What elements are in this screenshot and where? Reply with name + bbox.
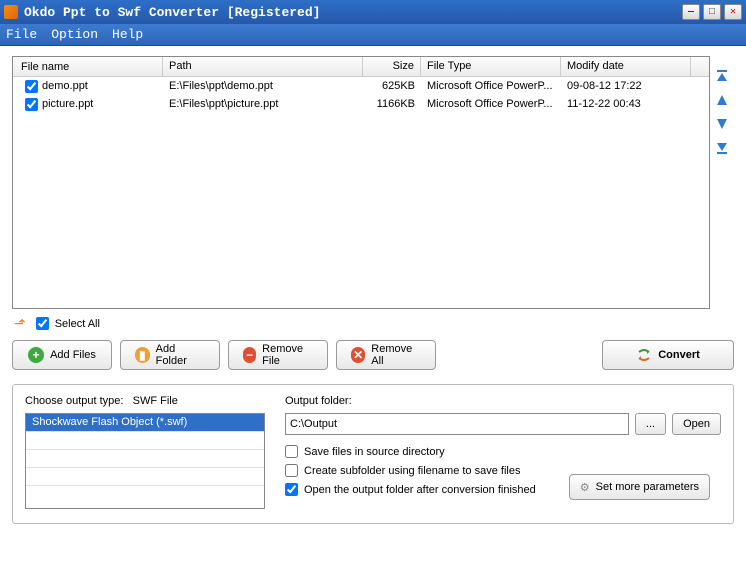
- col-size[interactable]: Size: [363, 57, 421, 76]
- list-item: [26, 486, 264, 504]
- close-button[interactable]: ✕: [724, 4, 742, 20]
- move-bottom-icon[interactable]: [714, 140, 730, 156]
- save-source-label: Save files in source directory: [304, 446, 445, 458]
- open-folder-button[interactable]: Open: [672, 413, 721, 435]
- menubar: File Option Help: [0, 24, 746, 46]
- convert-label: Convert: [658, 349, 700, 361]
- file-date: 09-08-12 17:22: [561, 79, 691, 93]
- up-level-icon[interactable]: ⬏: [14, 315, 26, 332]
- maximize-button[interactable]: □: [703, 4, 721, 20]
- row-checkbox[interactable]: [25, 80, 38, 93]
- move-top-icon[interactable]: [714, 68, 730, 84]
- browse-button[interactable]: ...: [635, 413, 666, 435]
- file-type: Microsoft Office PowerP...: [421, 79, 561, 93]
- output-folder-label: Output folder:: [285, 395, 721, 407]
- add-folder-label: Add Folder: [156, 343, 205, 367]
- convert-icon: [636, 347, 652, 363]
- file-size: 1166KB: [363, 97, 421, 111]
- col-modifydate[interactable]: Modify date: [561, 57, 691, 76]
- list-item: [26, 432, 264, 450]
- table-row[interactable]: demo.ppt E:\Files\ppt\demo.ppt625KBMicros…: [13, 77, 709, 95]
- output-type-label: Choose output type:: [25, 395, 123, 407]
- output-folder-input[interactable]: [285, 413, 629, 435]
- output-type-current: SWF File: [133, 395, 178, 407]
- output-type-list[interactable]: Shockwave Flash Object (*.swf): [25, 413, 265, 509]
- menu-option[interactable]: Option: [51, 27, 98, 42]
- col-path[interactable]: Path: [163, 57, 363, 76]
- add-folder-button[interactable]: ▮ Add Folder: [120, 340, 220, 370]
- create-subfolder-checkbox[interactable]: [285, 464, 298, 477]
- window-title: Okdo Ppt to Swf Converter [Registered]: [24, 5, 320, 20]
- minus-icon: −: [243, 347, 256, 363]
- row-checkbox[interactable]: [25, 98, 38, 111]
- titlebar: Okdo Ppt to Swf Converter [Registered] —…: [0, 0, 746, 24]
- output-type-option[interactable]: Shockwave Flash Object (*.swf): [26, 414, 264, 432]
- file-path: E:\Files\ppt\demo.ppt: [163, 79, 363, 93]
- list-item: [26, 468, 264, 486]
- list-item: [26, 450, 264, 468]
- menu-help[interactable]: Help: [112, 27, 143, 42]
- file-name: picture.ppt: [42, 98, 93, 110]
- select-all-label: Select All: [55, 318, 100, 330]
- remove-all-icon: ✕: [351, 347, 365, 363]
- file-path: E:\Files\ppt\picture.ppt: [163, 97, 363, 111]
- file-list-header: File name Path Size File Type Modify dat…: [13, 57, 709, 77]
- remove-file-label: Remove File: [262, 343, 313, 367]
- add-files-button[interactable]: + Add Files: [12, 340, 112, 370]
- add-files-label: Add Files: [50, 349, 96, 361]
- file-name: demo.ppt: [42, 80, 88, 92]
- minimize-button[interactable]: —: [682, 4, 700, 20]
- create-subfolder-label: Create subfolder using filename to save …: [304, 465, 520, 477]
- select-all-checkbox[interactable]: [36, 317, 49, 330]
- app-icon: [4, 5, 18, 19]
- file-type: Microsoft Office PowerP...: [421, 97, 561, 111]
- more-parameters-label: Set more parameters: [596, 481, 699, 493]
- save-source-checkbox[interactable]: [285, 445, 298, 458]
- reorder-controls: [710, 56, 734, 309]
- table-row[interactable]: picture.ppt E:\Files\ppt\picture.ppt1166K…: [13, 95, 709, 113]
- file-size: 625KB: [363, 79, 421, 93]
- file-date: 11-12-22 00:43: [561, 97, 691, 111]
- col-filename[interactable]: File name: [13, 57, 163, 76]
- col-filetype[interactable]: File Type: [421, 57, 561, 76]
- remove-all-button[interactable]: ✕ Remove All: [336, 340, 436, 370]
- gear-icon: ⚙: [580, 481, 590, 494]
- plus-icon: +: [28, 347, 44, 363]
- open-after-checkbox[interactable]: [285, 483, 298, 496]
- convert-button[interactable]: Convert: [602, 340, 734, 370]
- menu-file[interactable]: File: [6, 27, 37, 42]
- open-after-label: Open the output folder after conversion …: [304, 484, 536, 496]
- folder-icon: ▮: [135, 347, 150, 363]
- move-up-icon[interactable]: [714, 92, 730, 108]
- more-parameters-button[interactable]: ⚙ Set more parameters: [569, 474, 710, 500]
- file-list[interactable]: File name Path Size File Type Modify dat…: [12, 56, 710, 309]
- move-down-icon[interactable]: [714, 116, 730, 132]
- remove-file-button[interactable]: − Remove File: [228, 340, 328, 370]
- remove-all-label: Remove All: [371, 343, 421, 367]
